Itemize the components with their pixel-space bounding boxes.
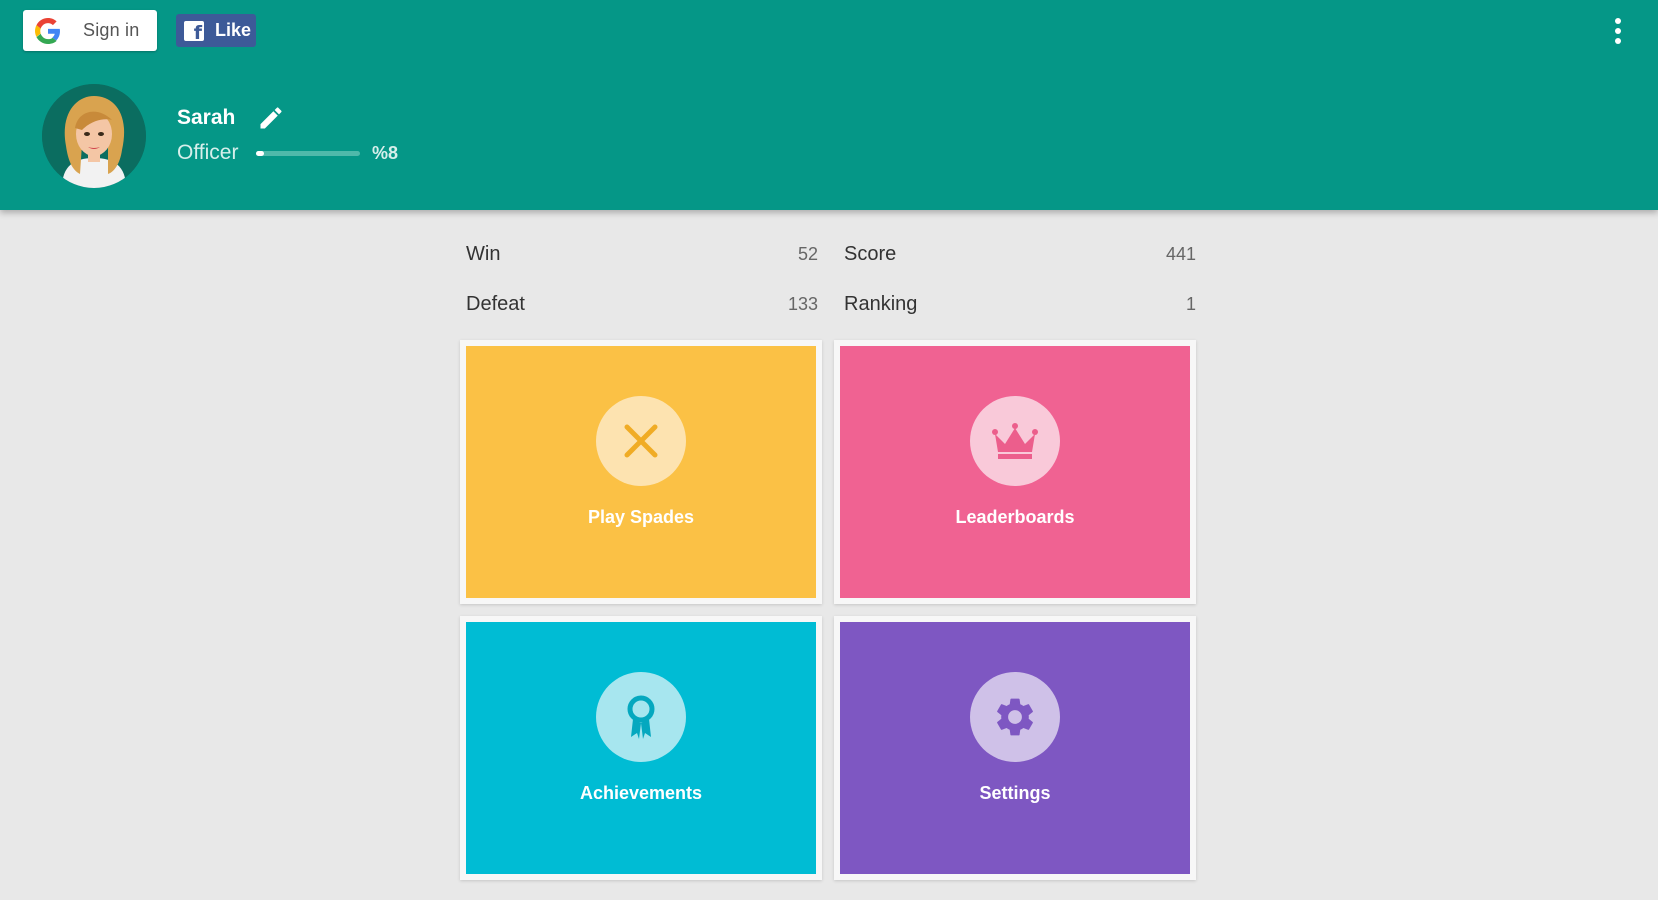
leaderboards-circle xyxy=(970,396,1060,486)
settings-tile[interactable]: Settings xyxy=(834,616,1196,880)
more-vert-icon[interactable] xyxy=(1606,14,1630,48)
player-name: Sarah xyxy=(177,106,236,129)
rank-progress-text: %8 xyxy=(372,143,399,163)
rank-progress-fill xyxy=(256,151,265,156)
settings-circle xyxy=(970,672,1060,762)
google-icon xyxy=(35,17,60,44)
stat-win-label: Win xyxy=(466,242,501,265)
stat-score-value: 441 xyxy=(1165,243,1196,264)
play-spades-circle xyxy=(596,396,686,486)
facebook-icon: f xyxy=(184,20,204,43)
top-app-bar: Sign in f Like Sarah Officer %8 xyxy=(0,0,1658,210)
avatar-image xyxy=(42,84,146,188)
facebook-like-label: Like xyxy=(215,20,252,40)
leaderboards-label: Leaderboards xyxy=(955,507,1075,527)
crown-icon xyxy=(992,423,1038,459)
settings-label: Settings xyxy=(979,783,1051,803)
edit-icon[interactable] xyxy=(257,104,285,132)
rank-progress-bar xyxy=(256,151,360,156)
crossed-swords-icon xyxy=(624,424,658,458)
play-spades-tile[interactable]: Play Spades xyxy=(460,340,822,604)
stat-score-label: Score xyxy=(844,242,897,265)
stat-ranking-value: 1 xyxy=(1185,293,1196,314)
play-spades-label: Play Spades xyxy=(587,507,695,527)
achievements-circle xyxy=(596,672,686,762)
stat-win-value: 52 xyxy=(797,243,818,264)
stat-defeat: Defeat 133 xyxy=(466,289,818,319)
stat-win: Win 52 xyxy=(466,239,818,269)
leaderboards-tile[interactable]: Leaderboards xyxy=(834,340,1196,604)
avatar[interactable] xyxy=(42,84,146,188)
stat-defeat-label: Defeat xyxy=(466,292,525,315)
achievements-tile[interactable]: Achievements xyxy=(460,616,822,880)
google-signin-button[interactable]: Sign in xyxy=(23,10,157,51)
gear-icon xyxy=(997,698,1033,736)
player-rank: Officer xyxy=(177,141,239,164)
achievements-label: Achievements xyxy=(579,783,703,803)
google-signin-label: Sign in xyxy=(83,20,140,40)
stat-ranking-label: Ranking xyxy=(844,292,918,315)
facebook-like-button[interactable]: f Like xyxy=(176,14,256,47)
stat-score: Score 441 xyxy=(844,239,1196,269)
stat-ranking: Ranking 1 xyxy=(844,289,1196,319)
stat-defeat-value: 133 xyxy=(787,293,818,314)
award-ribbon-icon xyxy=(627,695,655,739)
